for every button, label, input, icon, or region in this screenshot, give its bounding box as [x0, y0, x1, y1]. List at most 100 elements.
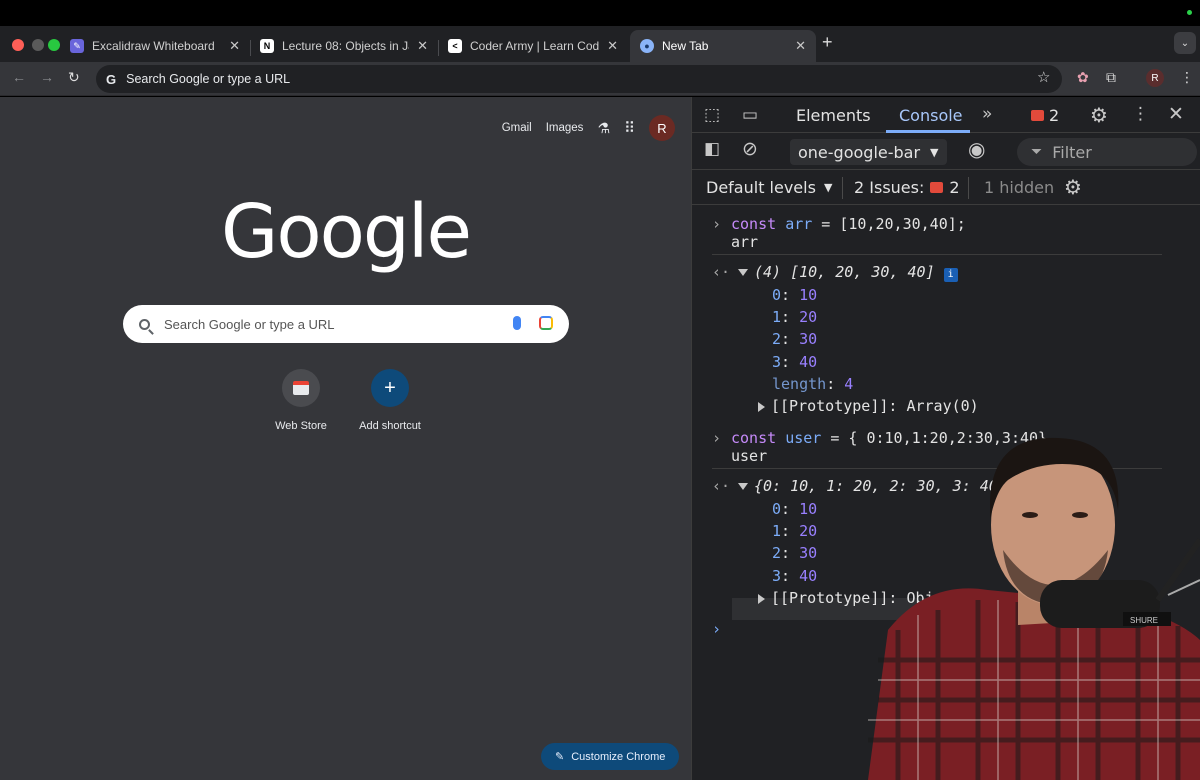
- device-toolbar-icon[interactable]: ▭: [742, 105, 758, 125]
- output-return-icon: ‹·: [712, 477, 731, 495]
- array-entry: 3: 40: [772, 353, 818, 371]
- shortcut-add[interactable]: + Add shortcut: [345, 369, 435, 432]
- tab-excalidraw[interactable]: ✎ Excalidraw Whiteboard ✕: [60, 30, 250, 62]
- live-expression-eye-icon[interactable]: ◉: [968, 137, 985, 161]
- console-levels-bar: Default levels ▼ 2 Issues: 2 1 hidden ⚙: [692, 171, 1200, 205]
- array-entry: 2: 30: [772, 330, 818, 348]
- close-icon[interactable]: ✕: [1168, 103, 1184, 125]
- extension-flower-icon[interactable]: ✿: [1077, 69, 1089, 86]
- object-entry: 1: 20: [772, 522, 818, 540]
- dropdown-arrow-icon: ▼: [823, 181, 833, 194]
- console-input-line: arr: [731, 233, 759, 251]
- tab-title: New Tab: [662, 39, 709, 53]
- images-link[interactable]: Images: [546, 122, 584, 134]
- console-input-prompt-icon[interactable]: ›: [712, 620, 721, 638]
- input-prompt-icon: ›: [712, 429, 722, 447]
- top-links: Gmail Images ⚗ ⠿ R: [502, 115, 675, 141]
- omnibox[interactable]: G Search Google or type a URL: [96, 65, 1062, 93]
- tab-new-tab[interactable]: ● New Tab ✕: [630, 30, 816, 62]
- lens-icon[interactable]: [539, 316, 553, 330]
- labs-flask-icon[interactable]: ⚗: [597, 120, 610, 137]
- extensions-puzzle-icon[interactable]: ⧉: [1106, 69, 1116, 86]
- array-length: length: 4: [772, 375, 854, 393]
- output-return-icon: ‹·: [712, 263, 731, 281]
- input-prompt-icon: ›: [712, 215, 722, 233]
- error-icon: [1031, 110, 1044, 121]
- browser-toolbar: ← → ↻ G Search Google or type a URL ☆ ✿ …: [0, 62, 1200, 96]
- tab-elements[interactable]: Elements: [796, 106, 871, 125]
- customize-label: Customize Chrome: [571, 750, 666, 763]
- chrome-icon: ●: [640, 39, 654, 53]
- close-tab-icon[interactable]: ✕: [229, 38, 240, 54]
- omnibox-text: Search Google or type a URL: [126, 72, 291, 86]
- close-window-icon[interactable]: [12, 39, 24, 51]
- sidebar-toggle-icon[interactable]: ◧: [704, 139, 720, 159]
- object-entry: 0: 10: [772, 500, 818, 518]
- devtools-menu-icon[interactable]: ⋮: [1132, 104, 1149, 124]
- error-count-badge[interactable]: 2: [1031, 106, 1059, 125]
- search-placeholder: Search Google or type a URL: [164, 316, 335, 332]
- close-tab-icon[interactable]: ✕: [417, 38, 428, 54]
- google-g-icon: G: [106, 71, 117, 87]
- object-entry: 2: 30: [772, 544, 818, 562]
- search-icon: [139, 318, 150, 330]
- tab-strip: ✎ Excalidraw Whiteboard ✕ N Lecture 08: …: [0, 26, 1200, 62]
- devtools-tab-bar: ⬚ ▭ Elements Console » 2 ⚙ ⋮ ✕: [692, 97, 1200, 133]
- inspect-element-icon[interactable]: ⬚: [704, 105, 720, 125]
- tab-title: Excalidraw Whiteboard: [92, 39, 215, 53]
- shortcut-web-store[interactable]: Web Store: [256, 369, 346, 432]
- recording-dot-icon: [1187, 10, 1192, 15]
- tab-title: Lecture 08: Objects in Javasc: [282, 39, 409, 53]
- issues-count: 2: [949, 178, 960, 197]
- console-input-line: const arr = [10,20,30,40];: [731, 215, 966, 233]
- reload-icon[interactable]: ↻: [68, 69, 80, 86]
- kebab-menu-icon[interactable]: ⋮: [1180, 69, 1194, 86]
- tab-lecture[interactable]: N Lecture 08: Objects in Javasc ✕: [250, 30, 438, 62]
- shortcut-label: Web Store: [275, 420, 327, 432]
- avatar[interactable]: R: [1146, 69, 1164, 87]
- console-settings-gear-icon[interactable]: ⚙: [1064, 175, 1082, 199]
- filter-input[interactable]: ⏷ Filter: [1017, 138, 1197, 166]
- microphone-icon[interactable]: [513, 316, 521, 330]
- settings-gear-icon[interactable]: ⚙: [1090, 103, 1108, 127]
- webcam-overlay: SHURE: [868, 430, 1200, 780]
- console-input-line: user: [731, 447, 768, 465]
- console-toolbar: ◧ ⊘ one-google-bar ▼ ◉ ⏷ Filter: [692, 134, 1200, 170]
- customize-chrome-button[interactable]: ✎ Customize Chrome: [541, 743, 680, 770]
- active-tab-indicator: [886, 130, 970, 133]
- forward-arrow-icon[interactable]: →: [40, 69, 54, 85]
- gmail-link[interactable]: Gmail: [502, 122, 532, 134]
- tab-search-chevron-icon[interactable]: ⌄: [1174, 32, 1196, 54]
- new-tab-plus-icon[interactable]: +: [822, 32, 833, 53]
- issues-button[interactable]: 2 Issues: 2: [854, 178, 960, 197]
- close-tab-icon[interactable]: ✕: [607, 38, 618, 54]
- tab-coder-army[interactable]: < Coder Army | Learn Coding in ✕: [438, 30, 628, 62]
- clear-console-icon[interactable]: ⊘: [742, 138, 758, 160]
- pencil-icon: ✎: [555, 751, 565, 763]
- hidden-count: 1 hidden: [984, 178, 1055, 197]
- issues-label: 2 Issues:: [854, 178, 925, 197]
- close-tab-icon[interactable]: ✕: [795, 38, 806, 54]
- error-count: 2: [1049, 106, 1060, 125]
- log-levels-dropdown[interactable]: Default levels ▼: [706, 178, 832, 197]
- array-prototype[interactable]: [[Prototype]]: Array(0): [758, 397, 979, 415]
- more-tabs-chevron-icon[interactable]: »: [982, 104, 992, 124]
- object-entry: 3: 40: [772, 567, 818, 585]
- new-tab-page: Gmail Images ⚗ ⠿ R Google Search Google …: [0, 97, 691, 780]
- avatar[interactable]: R: [649, 115, 675, 141]
- bookmark-star-icon[interactable]: ☆: [1037, 68, 1050, 86]
- maximize-window-icon[interactable]: [48, 39, 60, 51]
- apps-grid-icon[interactable]: ⠿: [624, 119, 635, 137]
- tab-title: Coder Army | Learn Coding in: [470, 39, 600, 53]
- coder-army-icon: <: [448, 39, 462, 53]
- search-input[interactable]: Search Google or type a URL: [123, 305, 569, 343]
- context-selector[interactable]: one-google-bar ▼: [790, 139, 947, 165]
- svg-text:SHURE: SHURE: [1130, 616, 1158, 625]
- array-summary[interactable]: (4) [10, 20, 30, 40] i: [738, 263, 958, 282]
- back-arrow-icon[interactable]: ←: [12, 69, 26, 85]
- minimize-window-icon[interactable]: [32, 39, 44, 51]
- web-store-icon: [282, 369, 320, 407]
- filter-placeholder: Filter: [1052, 142, 1092, 162]
- tab-console[interactable]: Console: [899, 106, 963, 125]
- plus-icon: +: [371, 369, 409, 407]
